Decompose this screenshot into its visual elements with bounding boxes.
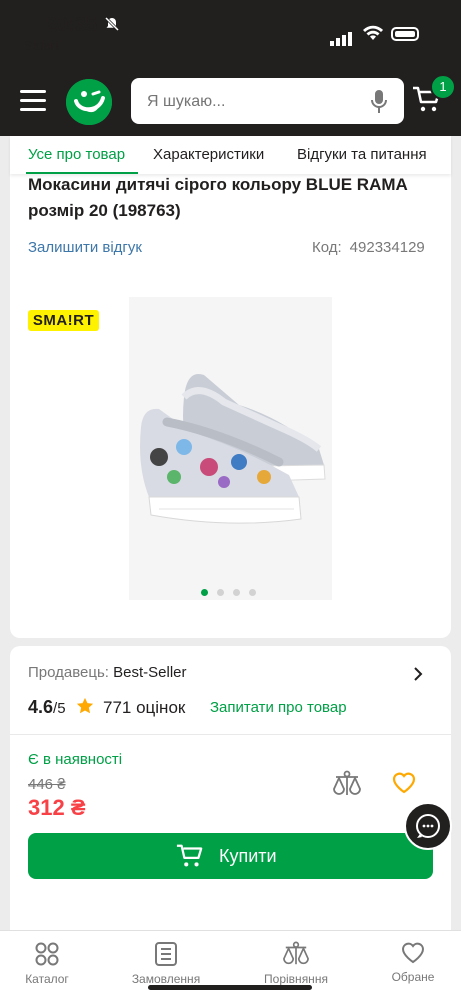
product-tabs: Усе про товар Характеристики Відгуки та … [10, 136, 451, 174]
signal-icon [330, 28, 354, 46]
current-price: 312 ₴ [28, 795, 86, 820]
product-code: Код: 492334129 [312, 239, 425, 256]
scales-icon [283, 941, 309, 965]
back-to-app-link[interactable]: ◂ Safari [14, 38, 58, 54]
rating-number: 4.6 [28, 697, 54, 717]
nav-compare-label: Порівняння [264, 972, 328, 986]
rating-value: 4.6/5 [28, 697, 66, 718]
seller-row[interactable]: Продавець: Best-Seller [28, 664, 186, 681]
logo[interactable] [66, 79, 112, 125]
silent-mode-icon [104, 16, 120, 37]
star-icon [76, 697, 94, 720]
wifi-icon [362, 24, 384, 47]
buy-button[interactable]: Купити [28, 833, 433, 879]
active-tab-indicator [26, 172, 138, 174]
home-indicator [148, 985, 312, 990]
clock: 20:35 [46, 14, 98, 36]
rating-scale: /5 [53, 700, 66, 717]
image-carousel-dots [201, 583, 265, 601]
old-price: 446 ₴ [28, 776, 66, 793]
product-code-value: 492334129 [349, 239, 425, 256]
nav-compare[interactable]: Порівняння [250, 941, 342, 986]
seller-label: Продавець: [28, 664, 109, 681]
list-icon [155, 942, 177, 966]
divider [10, 734, 451, 735]
chat-icon[interactable] [404, 802, 452, 850]
microphone-icon[interactable] [369, 89, 389, 120]
cart-count-badge: 1 [430, 74, 456, 100]
product-image[interactable] [129, 297, 332, 600]
menu-icon[interactable] [20, 90, 46, 112]
ask-about-product-link[interactable]: Запитати про товар [210, 699, 347, 716]
ratings-count[interactable]: 771 оцінок [103, 698, 185, 718]
tab-all-about-product[interactable]: Усе про товар [28, 146, 125, 163]
in-stock-status: Є в наявності [28, 751, 123, 768]
nav-favorites-label: Обране [391, 970, 435, 984]
heart-icon [401, 942, 425, 964]
compare-scales-icon[interactable] [332, 770, 362, 803]
nav-orders[interactable]: Замовлення [120, 941, 212, 986]
battery-icon [391, 27, 419, 41]
cart-icon [176, 842, 204, 875]
leave-review-link[interactable]: Залишити відгук [28, 239, 142, 256]
product-title: Мокасини дитячі сірого кольору BLUE RAMA… [28, 175, 408, 220]
chevron-right-icon[interactable] [412, 666, 424, 687]
tab-reviews[interactable]: Відгуки та питання [297, 146, 427, 163]
carousel-dot[interactable] [217, 589, 224, 596]
search-bar [131, 78, 404, 126]
carousel-dot[interactable] [201, 589, 208, 596]
search-input[interactable] [145, 78, 369, 126]
nav-catalog-label: Каталог [25, 972, 69, 986]
carousel-dot[interactable] [249, 589, 256, 596]
shoe-illustration [129, 297, 332, 600]
tab-characteristics[interactable]: Характеристики [153, 146, 264, 163]
nav-favorites[interactable]: Обране [367, 941, 459, 984]
smart-badge: SMA!RT [28, 310, 99, 331]
heart-icon[interactable] [391, 771, 417, 800]
nav-catalog[interactable]: Каталог [1, 941, 93, 986]
seller-name[interactable]: Best-Seller [113, 664, 186, 681]
grid-icon [35, 942, 59, 966]
nav-orders-label: Замовлення [131, 972, 201, 986]
product-code-label: Код: [312, 239, 342, 256]
buy-button-label: Купити [219, 846, 277, 866]
carousel-dot[interactable] [233, 589, 240, 596]
